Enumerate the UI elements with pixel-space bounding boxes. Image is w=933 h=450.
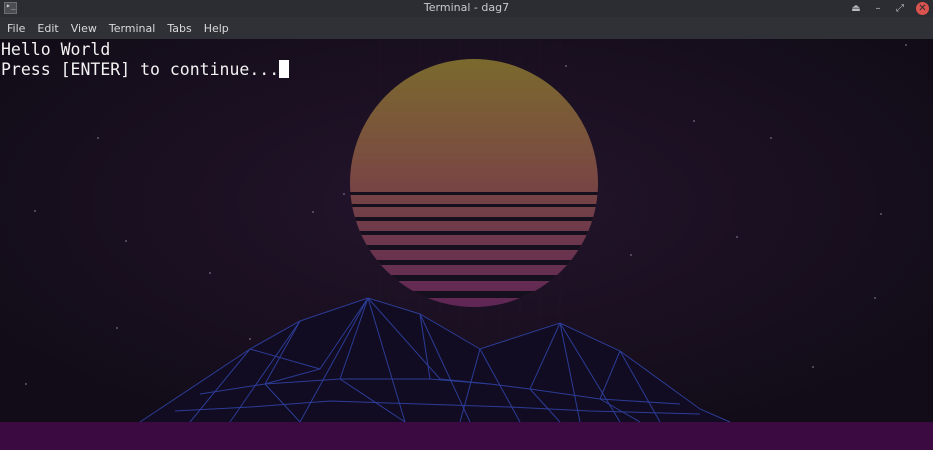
- terminal-line: Press [ENTER] to continue...: [1, 60, 280, 79]
- maximize-icon[interactable]: ⤢: [889, 1, 911, 16]
- terminal-output: Hello World Press [ENTER] to continue...: [1, 40, 290, 80]
- terminal-window: ▸_ Terminal - dag7 ⏏ – ⤢ ✕ File Edit Vie…: [0, 0, 933, 450]
- menu-bar: File Edit View Terminal Tabs Help: [0, 17, 933, 39]
- window-title: Terminal - dag7: [423, 1, 510, 14]
- menu-file[interactable]: File: [7, 22, 25, 35]
- menu-edit[interactable]: Edit: [37, 22, 58, 35]
- terminal-area[interactable]: Hello World Press [ENTER] to continue...: [0, 39, 933, 450]
- floor: [0, 422, 933, 450]
- menu-help[interactable]: Help: [204, 22, 229, 35]
- menu-terminal[interactable]: Terminal: [109, 22, 156, 35]
- text-cursor: [279, 60, 290, 78]
- synthwave-background: [0, 39, 933, 450]
- menu-view[interactable]: View: [71, 22, 97, 35]
- terminal-line: Hello World: [1, 40, 111, 59]
- minimize-icon[interactable]: –: [867, 1, 889, 16]
- eject-icon[interactable]: ⏏: [845, 1, 867, 16]
- terminal-line-with-cursor: Press [ENTER] to continue...: [1, 60, 290, 80]
- menu-tabs[interactable]: Tabs: [167, 22, 191, 35]
- title-bar[interactable]: ▸_ Terminal - dag7 ⏏ – ⤢ ✕: [0, 0, 933, 17]
- window-controls: ⏏ – ⤢ ✕: [845, 1, 929, 16]
- close-icon[interactable]: ✕: [916, 2, 929, 15]
